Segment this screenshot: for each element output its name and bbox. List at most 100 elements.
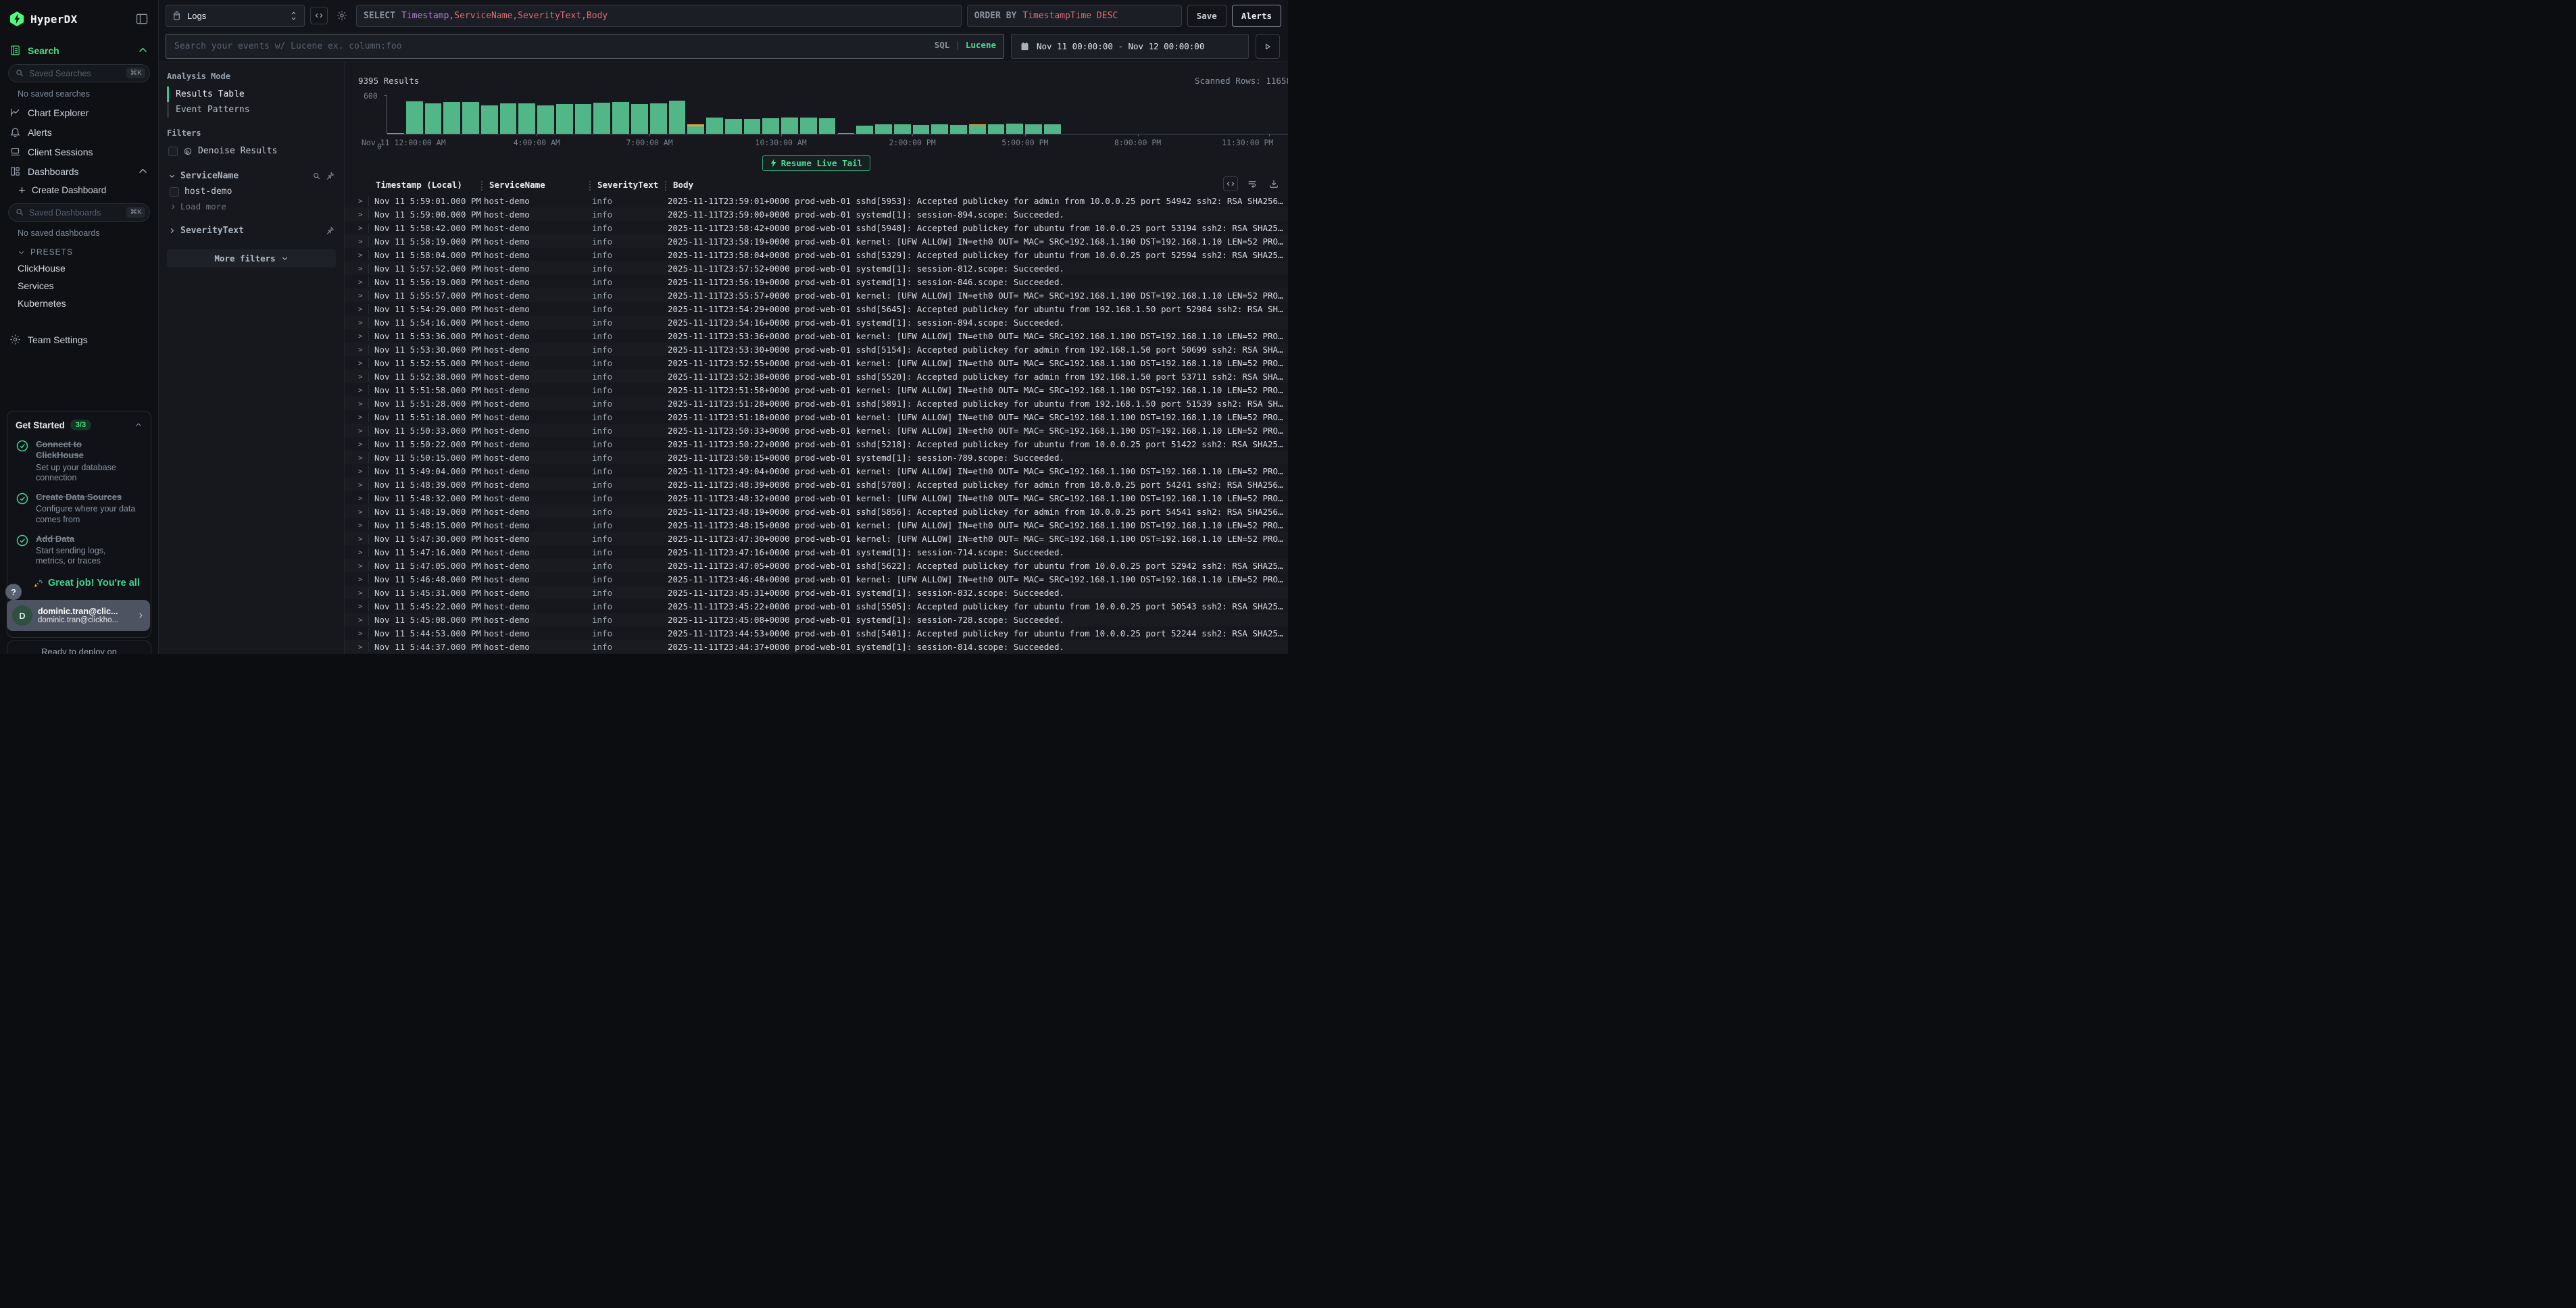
sidebar-item-client-sessions[interactable]: Client Sessions	[0, 142, 158, 161]
table-row[interactable]: > Nov 11 5:54:16.000 PM host-demo info 2…	[345, 316, 1288, 329]
edit-source-button[interactable]	[310, 7, 328, 24]
more-filters-button[interactable]: More filters	[167, 249, 336, 268]
select-columns-input[interactable]: SELECT Timestamp,ServiceName,SeverityTex…	[356, 5, 962, 27]
table-row[interactable]: > Nov 11 5:58:04.000 PM host-demo info 2…	[345, 248, 1288, 261]
lucene-mode-button[interactable]: Lucene	[966, 40, 996, 50]
filter-group-severitytext[interactable]: SeverityText	[167, 223, 336, 238]
resume-live-tail-button[interactable]: Resume Live Tail	[762, 155, 870, 171]
histogram-bar[interactable]	[781, 118, 798, 134]
histogram-bar[interactable]	[1044, 124, 1061, 134]
histogram-bar-warn[interactable]	[969, 124, 986, 125]
histogram-plot[interactable]	[387, 95, 1288, 134]
column-header-body[interactable]: Body	[671, 180, 1288, 190]
table-row[interactable]: > Nov 11 5:45:08.000 PM host-demo info 2…	[345, 613, 1288, 626]
table-row[interactable]: > Nov 11 5:52:38.000 PM host-demo info 2…	[345, 370, 1288, 383]
create-dashboard-button[interactable]: Create Dashboard	[0, 181, 158, 199]
table-row[interactable]: > Nov 11 5:59:00.000 PM host-demo info 2…	[345, 207, 1288, 221]
table-row[interactable]: > Nov 11 5:48:32.000 PM host-demo info 2…	[345, 491, 1288, 505]
histogram-bar[interactable]	[462, 102, 479, 134]
histogram-bar[interactable]	[481, 105, 498, 134]
get-started-step[interactable]: Create Data Sources Configure where your…	[16, 492, 143, 525]
histogram-bar[interactable]	[706, 118, 723, 134]
search-icon[interactable]	[312, 172, 321, 180]
histogram-bar[interactable]	[575, 104, 592, 134]
histogram-bar[interactable]	[856, 126, 873, 134]
table-row[interactable]: > Nov 11 5:53:30.000 PM host-demo info 2…	[345, 343, 1288, 356]
alerts-button[interactable]: Alerts	[1232, 5, 1281, 27]
table-row[interactable]: > Nov 11 5:47:16.000 PM host-demo info 2…	[345, 545, 1288, 559]
histogram-bar[interactable]	[950, 125, 967, 134]
table-row[interactable]: > Nov 11 5:58:19.000 PM host-demo info 2…	[345, 234, 1288, 248]
table-row[interactable]: > Nov 11 5:47:30.000 PM host-demo info 2…	[345, 532, 1288, 545]
histogram-bar[interactable]	[762, 118, 779, 134]
analysis-mode-results-table[interactable]: Results Table	[167, 86, 336, 102]
get-started-step[interactable]: Add Data Start sending logs, metrics, or…	[16, 534, 143, 567]
histogram-bar[interactable]	[537, 105, 554, 134]
pin-icon[interactable]	[326, 172, 335, 180]
histogram-bar[interactable]	[518, 103, 535, 134]
filter-group-servicename[interactable]: ServiceName	[167, 168, 336, 184]
preset-link-clickhouse[interactable]: ClickHouse	[0, 259, 158, 277]
edit-columns-button[interactable]	[1223, 176, 1238, 191]
histogram-bar[interactable]	[725, 119, 742, 134]
histogram-bar[interactable]	[969, 125, 986, 134]
table-row[interactable]: > Nov 11 5:44:37.000 PM host-demo info 2…	[345, 640, 1288, 653]
sql-mode-button[interactable]: SQL	[935, 40, 950, 50]
source-settings-button[interactable]	[333, 7, 351, 24]
histogram-bar[interactable]	[894, 124, 911, 134]
histogram-bar[interactable]	[931, 124, 948, 134]
table-row[interactable]: > Nov 11 5:48:39.000 PM host-demo info 2…	[345, 478, 1288, 491]
load-more-button[interactable]: Load more	[167, 199, 336, 213]
histogram-bar[interactable]	[687, 126, 704, 134]
table-row[interactable]: > Nov 11 5:58:42.000 PM host-demo info 2…	[345, 221, 1288, 234]
histogram-bar[interactable]	[669, 101, 686, 134]
help-button[interactable]: ?	[5, 584, 22, 600]
order-by-input[interactable]: ORDER BY TimestampTime DESC	[967, 5, 1182, 27]
column-header-servicename[interactable]: ServiceName	[487, 180, 595, 190]
save-button[interactable]: Save	[1187, 5, 1227, 27]
histogram-bar[interactable]	[650, 103, 667, 134]
histogram-bar[interactable]	[612, 102, 629, 134]
histogram-bar[interactable]	[800, 118, 817, 134]
table-row[interactable]: > Nov 11 5:45:22.000 PM host-demo info 2…	[345, 599, 1288, 613]
histogram-bar[interactable]	[556, 104, 573, 134]
preset-link-kubernetes[interactable]: Kubernetes	[0, 295, 158, 312]
sidebar-item-team-settings[interactable]: Team Settings	[0, 330, 158, 349]
wrap-lines-button[interactable]	[1245, 176, 1260, 191]
sidebar-item-dashboards[interactable]: Dashboards	[0, 161, 158, 181]
histogram-bar[interactable]	[631, 104, 648, 134]
table-row[interactable]: > Nov 11 5:55:57.000 PM host-demo info 2…	[345, 288, 1288, 302]
histogram-bar[interactable]	[988, 124, 1005, 134]
table-row[interactable]: > Nov 11 5:50:22.000 PM host-demo info 2…	[345, 437, 1288, 451]
sidebar-item-alerts[interactable]: Alerts	[0, 122, 158, 142]
denoise-checkbox[interactable]	[168, 147, 178, 156]
presets-toggle[interactable]: PRESETS	[0, 242, 158, 259]
histogram-bar[interactable]	[500, 103, 517, 134]
histogram-bar[interactable]	[875, 124, 892, 134]
pin-icon[interactable]	[326, 226, 335, 235]
column-header-timestamp[interactable]: Timestamp (Local)	[374, 180, 487, 190]
table-row[interactable]: > Nov 11 5:46:48.000 PM host-demo info 2…	[345, 572, 1288, 586]
histogram-bar[interactable]	[819, 118, 836, 134]
table-row[interactable]: > Nov 11 5:56:19.000 PM host-demo info 2…	[345, 275, 1288, 288]
table-row[interactable]: > Nov 11 5:48:19.000 PM host-demo info 2…	[345, 505, 1288, 518]
preset-link-services[interactable]: Services	[0, 277, 158, 295]
table-row[interactable]: > Nov 11 5:51:58.000 PM host-demo info 2…	[345, 383, 1288, 397]
histogram-bar[interactable]	[443, 102, 460, 134]
table-row[interactable]: > Nov 11 5:54:29.000 PM host-demo info 2…	[345, 302, 1288, 316]
table-row[interactable]: > Nov 11 5:44:53.000 PM host-demo info 2…	[345, 626, 1288, 640]
host-demo-checkbox[interactable]	[170, 187, 179, 197]
histogram-bar[interactable]	[593, 103, 610, 134]
source-select[interactable]: Logs	[166, 5, 305, 27]
sidebar-collapse-icon[interactable]	[135, 12, 149, 26]
table-row[interactable]: > Nov 11 5:45:31.000 PM host-demo info 2…	[345, 586, 1288, 599]
histogram-bar[interactable]	[913, 125, 930, 134]
column-header-severitytext[interactable]: SeverityText	[595, 180, 671, 190]
table-row[interactable]: > Nov 11 5:57:52.000 PM host-demo info 2…	[345, 261, 1288, 275]
table-row[interactable]: > Nov 11 5:52:55.000 PM host-demo info 2…	[345, 356, 1288, 370]
histogram-bar[interactable]	[406, 101, 423, 134]
table-row[interactable]: > Nov 11 5:50:33.000 PM host-demo info 2…	[345, 424, 1288, 437]
table-row[interactable]: > Nov 11 5:59:01.000 PM host-demo info 2…	[345, 194, 1288, 207]
date-range-picker[interactable]: Nov 11 00:00:00 - Nov 12 00:00:00	[1011, 34, 1249, 59]
histogram-bar[interactable]	[425, 103, 442, 134]
